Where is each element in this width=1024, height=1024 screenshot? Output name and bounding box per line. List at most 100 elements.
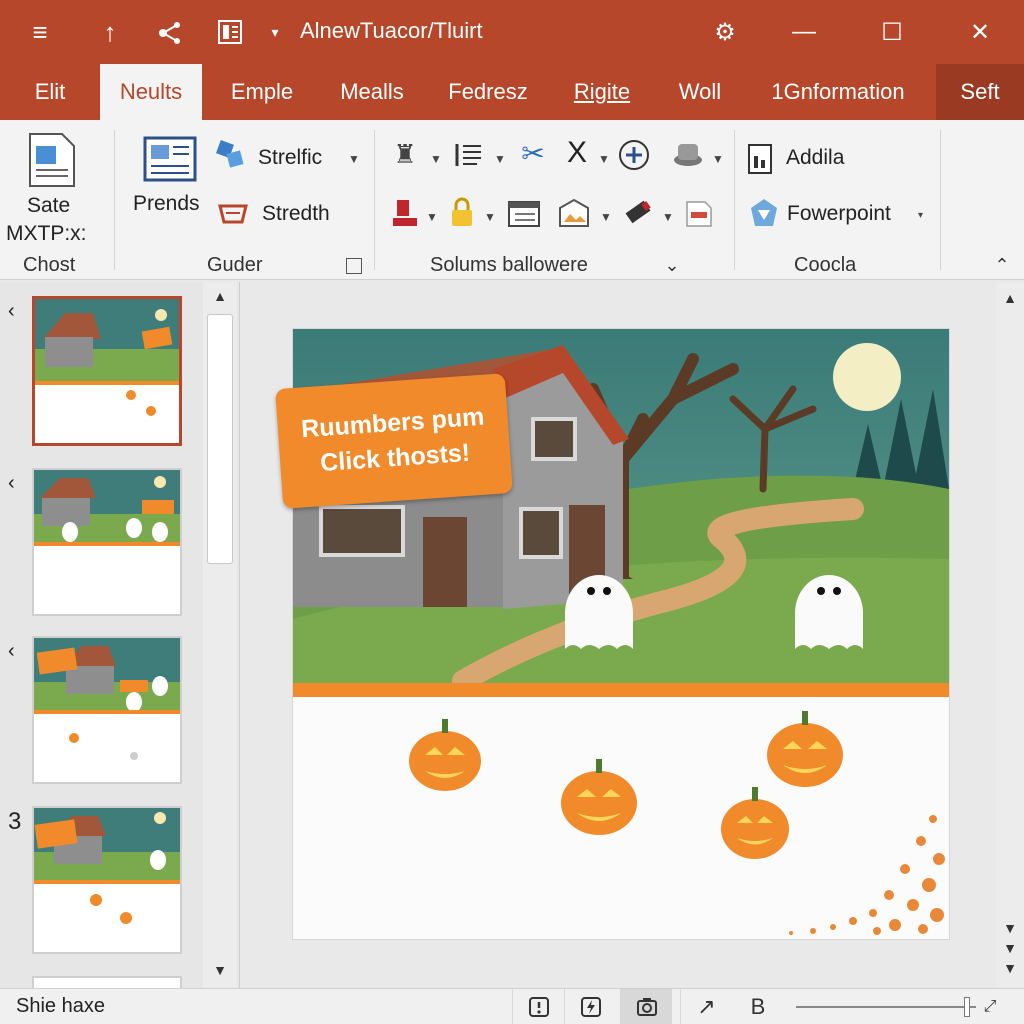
minimize-icon[interactable]: — [760, 0, 848, 64]
cross-dropdown-icon[interactable]: ▼ [598, 152, 610, 166]
tab-woll[interactable]: Woll [660, 64, 740, 120]
tab-seft[interactable]: Seft [936, 64, 1024, 120]
tab-neults[interactable]: Neults [100, 64, 202, 120]
document-icon[interactable] [200, 0, 260, 64]
thumbnail-number: 3 [8, 808, 22, 835]
status-text: Shie haxe [16, 995, 105, 1017]
scroll-up-icon[interactable]: ▲ [203, 288, 237, 304]
save-button-sublabel: MXTP:x: [6, 222, 87, 245]
powerpoint-window: ≡ ↑ ▾ AlnewTuacor/Tluirt ⚙ — ☐ ✕ Elit Ne… [0, 0, 1024, 1024]
cross-formula-icon[interactable]: X [560, 136, 594, 170]
share-icon[interactable] [140, 0, 200, 64]
status-bar: Shie haxe ↗ B ⤢ [0, 988, 1024, 1024]
scroll-up-icon[interactable]: ▲ [996, 290, 1024, 306]
close-icon[interactable]: ✕ [936, 0, 1024, 64]
slide-thumbnail[interactable] [32, 976, 182, 988]
zoom-slider-track[interactable] [796, 1006, 976, 1008]
window-title: AlnewTuacor/Tluirt [300, 18, 483, 43]
fill-color-icon[interactable] [390, 196, 422, 230]
ribbon: Sate MXTP:x: Chost Prends Strelfic ▼ Str… [0, 120, 1024, 280]
slide-editing-canvas: Ruumbers pum Click thosts! [242, 282, 996, 988]
ribbon-separator [374, 130, 375, 270]
thumbnail-scrollbar[interactable]: ▲ ▼ [203, 282, 237, 988]
scroll-thumb[interactable] [207, 314, 233, 564]
text-pdf-icon[interactable] [682, 198, 716, 230]
zoom-slider-knob[interactable] [964, 997, 970, 1017]
thumbnail-marker: ‹ [8, 472, 15, 494]
flash-icon[interactable] [564, 989, 616, 1024]
tab-information[interactable]: 1Gnformation [750, 64, 926, 120]
tab-elit[interactable]: Elit [10, 64, 90, 120]
scissors-icon[interactable]: ✂ [516, 136, 550, 170]
camera-icon[interactable] [620, 989, 672, 1024]
calendar-icon[interactable] [506, 198, 542, 228]
tab-mealls[interactable]: Mealls [322, 64, 422, 120]
addila-icon[interactable] [746, 142, 778, 176]
group-label-guder: Guder [207, 254, 263, 276]
group-label-coocla: Coocla [794, 254, 857, 276]
thumbnail-marker: ‹ [8, 300, 15, 322]
image-envelope-icon[interactable] [556, 196, 592, 230]
slide-title-banner[interactable]: Ruumbers pum Click thosts! [275, 373, 513, 509]
powerpoint-icon[interactable] [748, 196, 780, 230]
maximize-icon[interactable]: ☐ [848, 0, 936, 64]
image-dropdown-icon[interactable]: ▼ [600, 210, 612, 224]
banner-line-1: Ruumbers pum [300, 402, 486, 444]
list-icon[interactable] [452, 138, 486, 170]
thumbnail-marker: ‹ [8, 640, 15, 662]
strelfic-icon[interactable] [214, 138, 248, 172]
scroll-end-icon[interactable]: ▼ [996, 960, 1024, 976]
marker-icon[interactable] [620, 196, 656, 230]
slide-thumbnail-panel: ‹ ‹ ‹ 3 ▲ ▼ [0, 282, 240, 988]
hat-icon[interactable] [670, 138, 706, 172]
canvas-scrollbar[interactable]: ▲ ▼ ▼ ▼ [996, 282, 1024, 988]
save-document-icon[interactable] [24, 130, 80, 190]
collapse-chevron-icon[interactable]: ⌄ [662, 255, 682, 275]
prends-label[interactable]: Prends [133, 192, 200, 216]
ribbon-tabs: Elit Neults Emple Mealls Fedresz Rigite … [0, 64, 1024, 120]
slide-thumbnail[interactable] [32, 636, 182, 784]
tab-rigite[interactable]: Rigite [554, 64, 650, 120]
stredth-label[interactable]: Stredth [262, 202, 330, 226]
stredth-icon[interactable] [216, 198, 250, 228]
fill-color-dropdown-icon[interactable]: ▼ [426, 210, 438, 224]
scroll-page-down-icon[interactable]: ▼ [996, 940, 1024, 956]
restore-icon[interactable]: ⚙ [690, 0, 760, 64]
lock-icon[interactable] [446, 196, 478, 230]
collapse-ribbon-icon[interactable]: ⌃ [990, 254, 1014, 276]
group-launcher-icon[interactable] [346, 258, 362, 274]
fit-slide-icon[interactable]: ⤢ [976, 989, 1004, 1024]
powerpoint-dropdown-icon[interactable]: ▾ [918, 210, 923, 221]
powerpoint-label[interactable]: Fowerpoint [787, 202, 891, 226]
addila-label[interactable]: Addila [786, 146, 844, 170]
bold-b-button[interactable]: B [732, 989, 784, 1024]
scroll-down-icon[interactable]: ▼ [203, 962, 237, 978]
upload-icon[interactable]: ↑ [80, 0, 140, 64]
hat-dropdown-icon[interactable]: ▼ [712, 152, 724, 166]
ribbon-separator [114, 130, 115, 270]
add-circle-icon[interactable] [616, 138, 652, 172]
slide-thumbnail[interactable] [32, 296, 182, 446]
dropdown-icon[interactable]: ▾ [260, 0, 290, 64]
group-label-solums: Solums ballowere [430, 254, 588, 276]
tab-fedresz[interactable]: Fedresz [432, 64, 544, 120]
save-button-label[interactable]: Sate [27, 194, 70, 218]
marker-dropdown-icon[interactable]: ▼ [662, 210, 674, 224]
list-dropdown-icon[interactable]: ▼ [494, 152, 506, 166]
menu-icon[interactable]: ≡ [0, 0, 80, 64]
title-bar: ≡ ↑ ▾ AlnewTuacor/Tluirt ⚙ — ☐ ✕ [0, 0, 1024, 64]
share-icon[interactable]: ↗ [680, 989, 732, 1024]
strelfic-dropdown-icon[interactable]: ▼ [348, 152, 360, 166]
tab-emple[interactable]: Emple [212, 64, 312, 120]
current-slide[interactable]: Ruumbers pum Click thosts! [275, 328, 950, 940]
notes-icon[interactable] [512, 989, 564, 1024]
banner-line-2: Click thosts! [319, 438, 471, 478]
prends-icon[interactable] [142, 134, 198, 186]
slide-thumbnail[interactable] [32, 806, 182, 954]
slide-thumbnail[interactable] [32, 468, 182, 616]
strelfic-label[interactable]: Strelfic [258, 146, 322, 170]
stamp-icon[interactable]: ♜ [390, 138, 420, 170]
lock-dropdown-icon[interactable]: ▼ [484, 210, 496, 224]
scroll-down-icon[interactable]: ▼ [996, 920, 1024, 936]
stamp-dropdown-icon[interactable]: ▼ [430, 152, 442, 166]
